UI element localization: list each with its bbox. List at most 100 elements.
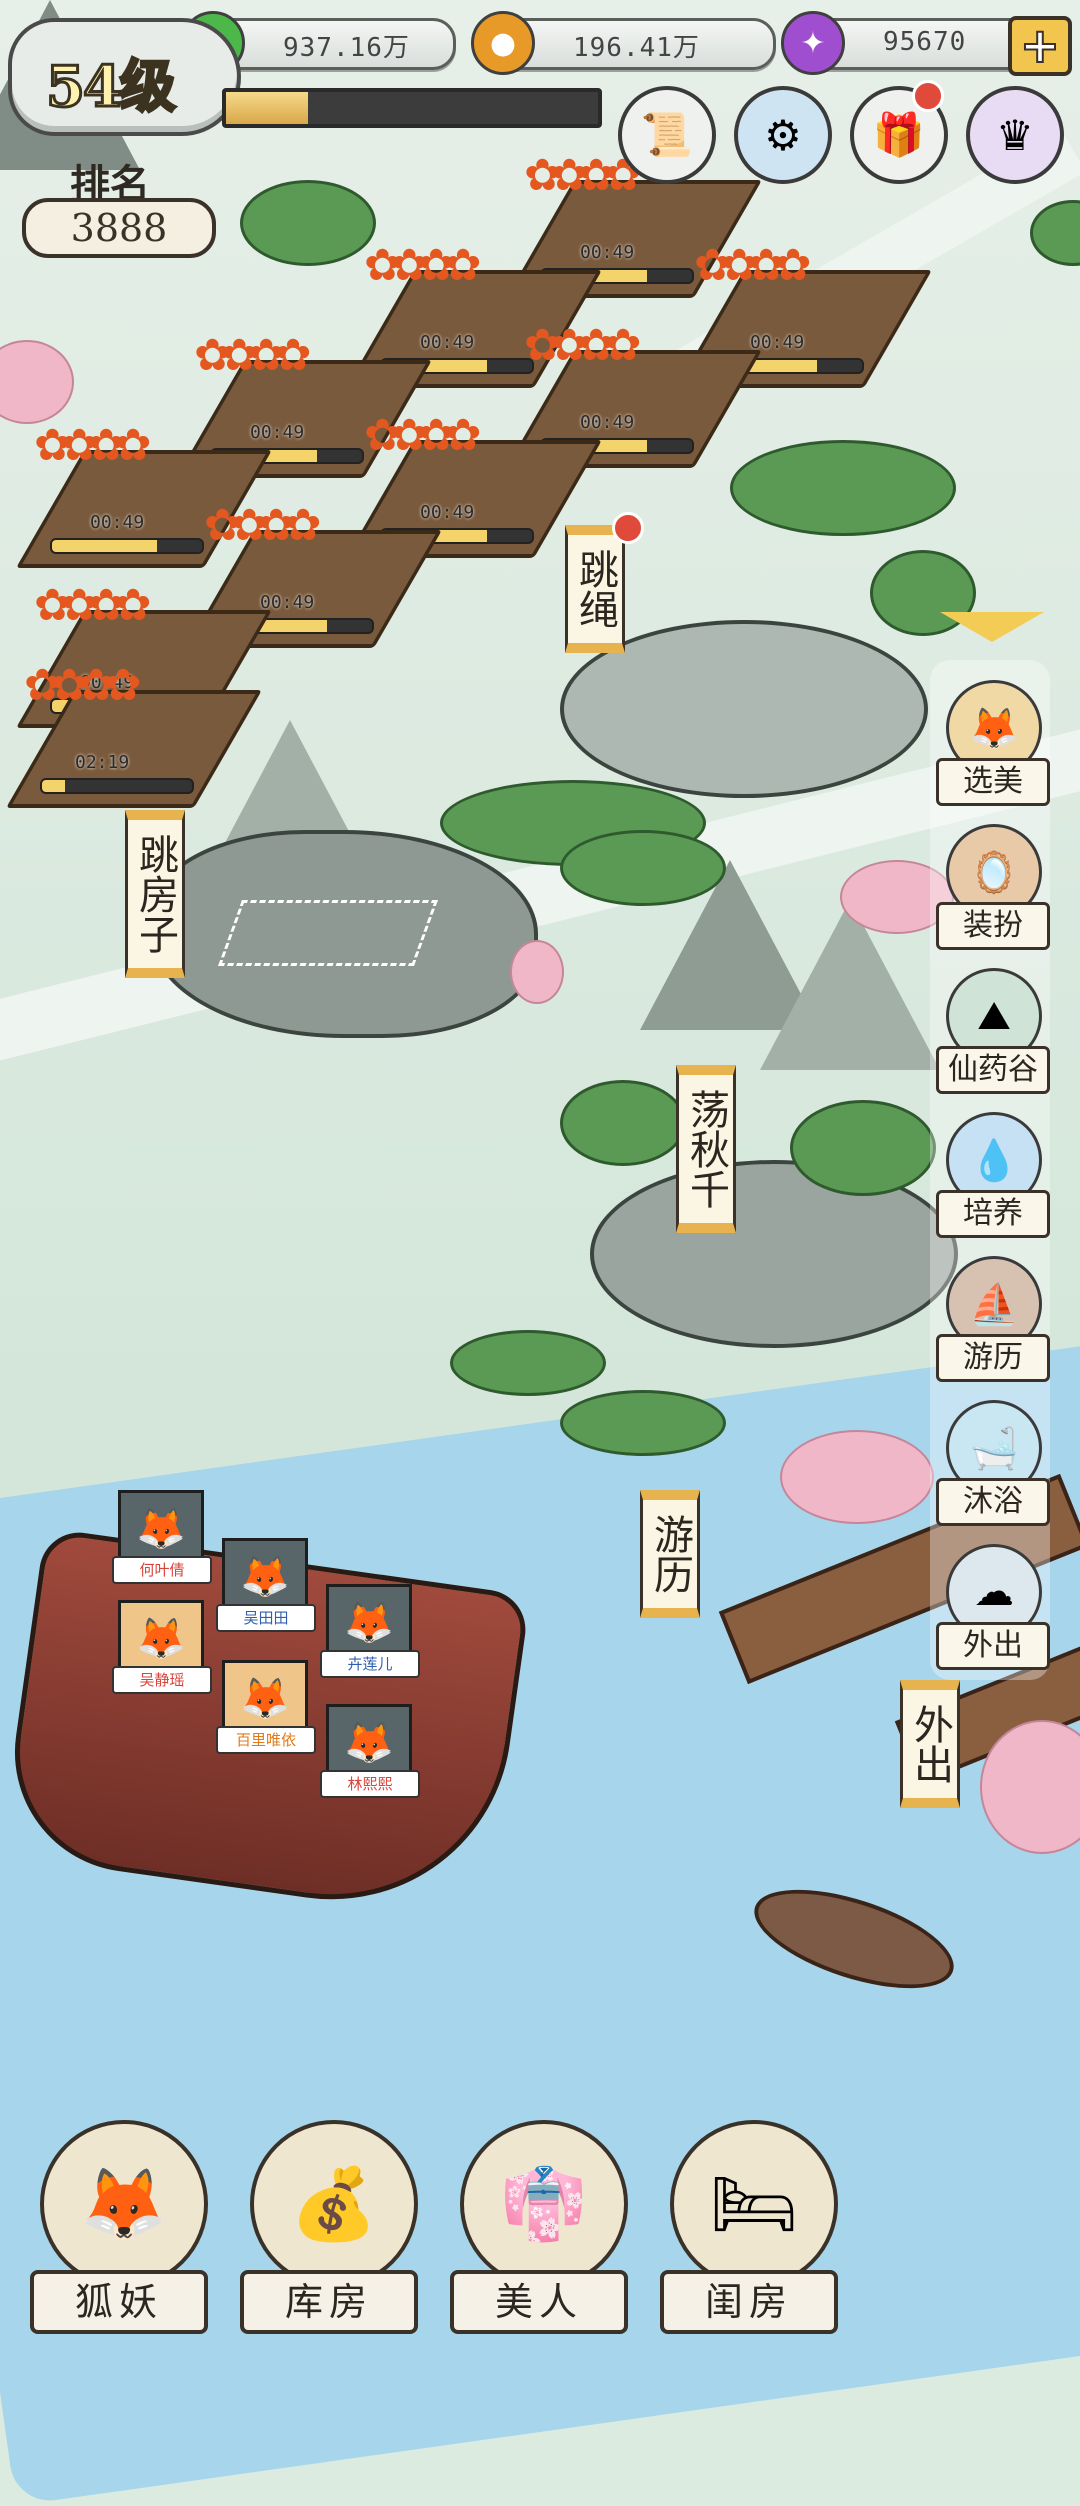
plot-progress-fill xyxy=(52,540,157,552)
side-menu-label: 沐浴 xyxy=(936,1478,1050,1526)
nav-label: 闺房 xyxy=(660,2270,838,2334)
location-hopscotch[interactable]: 跳房子 xyxy=(125,810,185,978)
scroll-card-icon: 📜 xyxy=(640,110,694,159)
side-menu-label: 游历 xyxy=(936,1334,1050,1382)
plot-timer: 00:49 xyxy=(580,242,635,263)
hopscotch-grid xyxy=(217,900,439,966)
plot-timer: 00:49 xyxy=(250,422,305,443)
add-resource-button[interactable]: + xyxy=(1008,16,1072,76)
jade-amount: 937.16万 xyxy=(283,33,410,63)
plot-progress-bar xyxy=(50,538,204,554)
character-card[interactable]: 🦊 何叶倩 xyxy=(112,1490,212,1584)
tree xyxy=(560,830,726,906)
crown-icon: ♛ xyxy=(996,110,1034,160)
chamber-bed-icon: 🛏 xyxy=(670,2120,838,2288)
location-jump-rope[interactable]: 跳绳 xyxy=(565,525,625,653)
lily-flowers: ✿✿✿✿ xyxy=(204,500,322,551)
nav-boudoir[interactable]: 🛏 闺房 xyxy=(650,2110,850,2340)
lily-flowers: ✿✿✿✿ xyxy=(194,330,312,381)
character-card[interactable]: 🦊 卉莲儿 xyxy=(320,1584,420,1678)
cherry-blossom xyxy=(510,940,564,1004)
side-menu-label: 装扮 xyxy=(936,902,1050,950)
nav-label: 库房 xyxy=(240,2270,418,2334)
side-menu-item[interactable]: 🛁 沐浴 xyxy=(936,1400,1050,1530)
side-menu-item[interactable]: 🪞 装扮 xyxy=(936,824,1050,954)
notification-dot xyxy=(912,80,944,112)
nav-beauties[interactable]: 👘 美人 xyxy=(440,2110,640,2340)
side-menu-item[interactable]: ⛵ 游历 xyxy=(936,1256,1050,1386)
character-card[interactable]: 🦊 吴田田 xyxy=(216,1538,316,1632)
character-card[interactable]: 🦊 林熙熙 xyxy=(320,1704,420,1798)
location-outing[interactable]: 外出 xyxy=(900,1680,960,1808)
plot-progress-fill xyxy=(42,780,65,792)
plot-timer: 00:49 xyxy=(580,412,635,433)
tree xyxy=(450,1330,606,1396)
side-menu-item[interactable]: 💧 培养 xyxy=(936,1112,1050,1242)
gold-amount: 196.41万 xyxy=(573,33,700,63)
character-card[interactable]: 🦊 百里唯依 xyxy=(216,1660,316,1754)
side-menu-label: 外出 xyxy=(936,1622,1050,1670)
lily-flowers: ✿✿✿✿ xyxy=(524,320,642,371)
character-name: 百里唯依 xyxy=(216,1726,316,1754)
gold-coin-icon: ● xyxy=(471,11,535,75)
tree xyxy=(730,440,956,536)
beauty-portrait-icon: 👘 xyxy=(460,2120,628,2288)
side-menu-item[interactable]: 🦊 选美 xyxy=(936,680,1050,810)
plot-timer: 00:49 xyxy=(420,332,475,353)
white-fox-icon: 🦊 xyxy=(40,2120,208,2288)
garden-plot[interactable]: ✿✿✿✿ 02:19 xyxy=(5,660,263,808)
settings-button[interactable]: ⚙ xyxy=(734,86,832,184)
crystal-amount: 95670 xyxy=(883,27,967,57)
character-name: 卉莲儿 xyxy=(320,1650,420,1678)
scroll-event-button[interactable]: 📜 xyxy=(618,86,716,184)
nav-label: 美人 xyxy=(450,2270,628,2334)
fox-portrait-icon: 🦊 xyxy=(326,1704,412,1780)
lily-flowers: ✿✿✿✿ xyxy=(364,240,482,291)
purple-crystal-icon: ✦ xyxy=(781,11,845,75)
fox-portrait-icon: 🦊 xyxy=(222,1538,308,1614)
lily-flowers: ✿✿✿✿ xyxy=(364,410,482,461)
side-menu-item[interactable]: ☁ 外出 xyxy=(936,1544,1050,1674)
vip-button[interactable]: ♛ xyxy=(966,86,1064,184)
character-name: 林熙熙 xyxy=(320,1770,420,1798)
lily-flowers: ✿✿✿✿ xyxy=(694,240,812,291)
resource-bar-gold[interactable]: ● 196.41万 xyxy=(471,11,776,75)
tree xyxy=(560,1080,686,1166)
side-menu-label: 培养 xyxy=(936,1190,1050,1238)
gear-icon: ⚙ xyxy=(764,110,802,160)
character-name: 吴田田 xyxy=(216,1604,316,1632)
xp-bar xyxy=(222,88,602,128)
fox-portrait-icon: 🦊 xyxy=(118,1600,204,1676)
character-name: 何叶倩 xyxy=(112,1556,212,1584)
tree xyxy=(560,1390,726,1456)
side-menu-item[interactable]: ⛰ 仙药谷 xyxy=(936,968,1050,1098)
lily-flowers: ✿✿✿✿ xyxy=(24,660,142,711)
treasure-sack-icon: 💰 xyxy=(250,2120,418,2288)
level-badge[interactable]: 54级 xyxy=(8,18,241,136)
side-menu-label: 仙药谷 xyxy=(936,1046,1050,1094)
plot-timer: 00:49 xyxy=(90,512,145,533)
nav-fox-spirit[interactable]: 🦊 狐妖 xyxy=(20,2110,220,2340)
lily-flowers: ✿✿✿✿ xyxy=(524,150,642,201)
lily-flowers: ✿✿✿✿ xyxy=(34,420,152,471)
nav-storehouse[interactable]: 💰 库房 xyxy=(230,2110,430,2340)
rank-value[interactable]: 3888 xyxy=(22,198,216,258)
nav-label: 狐妖 xyxy=(30,2270,208,2334)
fox-portrait-icon: 🦊 xyxy=(222,1660,308,1736)
xp-fill xyxy=(226,92,308,124)
resource-bar-crystal[interactable]: ✦ 95670 xyxy=(781,11,1036,75)
plot-progress-bar xyxy=(40,778,194,794)
notification-dot xyxy=(612,512,644,544)
side-menu-label: 选美 xyxy=(936,758,1050,806)
plot-timer: 02:19 xyxy=(75,752,130,773)
cherry-blossom xyxy=(780,1430,934,1524)
plot-timer: 00:49 xyxy=(420,502,475,523)
gift-box-icon: 🎁 xyxy=(872,110,926,159)
character-card[interactable]: 🦊 吴静瑶 xyxy=(112,1600,212,1694)
lily-flowers: ✿✿✿✿ xyxy=(34,580,152,631)
location-travel[interactable]: 游历 xyxy=(640,1490,700,1618)
location-swing[interactable]: 荡秋千 xyxy=(676,1065,736,1233)
collapse-arrow-icon[interactable] xyxy=(940,612,1044,642)
fox-portrait-icon: 🦊 xyxy=(326,1584,412,1660)
player-level: 54级 xyxy=(45,53,178,122)
